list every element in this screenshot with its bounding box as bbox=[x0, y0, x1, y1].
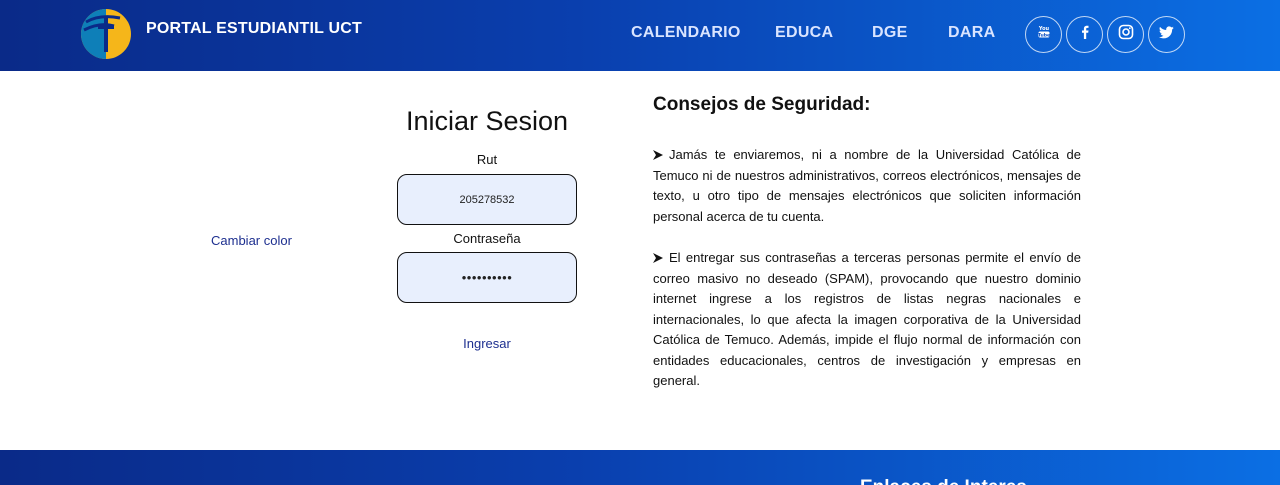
footer: Enlaces de Interes bbox=[0, 450, 1280, 485]
arrow-bullet-icon bbox=[653, 146, 663, 160]
footer-title: Enlaces de Interes bbox=[860, 477, 1027, 485]
login-title: Iniciar Sesion bbox=[405, 106, 569, 136]
nav-educa[interactable]: EDUCA bbox=[775, 24, 833, 42]
password-input[interactable] bbox=[397, 252, 577, 303]
ingresar-button[interactable]: Ingresar bbox=[437, 336, 537, 351]
rut-input[interactable] bbox=[397, 174, 577, 225]
consejos-title: Consejos de Seguridad: bbox=[653, 94, 871, 115]
top-header: PORTAL ESTUDIANTIL UCT CALENDARIO EDUCA … bbox=[0, 0, 1280, 71]
arrow-bullet-icon bbox=[653, 249, 663, 263]
svg-text:You: You bbox=[1037, 26, 1049, 32]
instagram-button[interactable] bbox=[1107, 16, 1144, 53]
instagram-icon bbox=[1118, 24, 1134, 45]
youtube-button[interactable]: You Tube bbox=[1025, 16, 1062, 53]
cambiar-color-link[interactable]: Cambiar color bbox=[211, 233, 292, 248]
youtube-icon: You Tube bbox=[1037, 25, 1051, 44]
twitter-button[interactable] bbox=[1148, 16, 1185, 53]
uct-logo[interactable] bbox=[80, 8, 132, 60]
portal-title[interactable]: PORTAL ESTUDIANTIL UCT bbox=[146, 20, 362, 38]
security-tip: Jamás te enviaremos, ni a nombre de la U… bbox=[653, 145, 1081, 227]
password-label: Contraseña bbox=[453, 231, 521, 246]
svg-text:Tube: Tube bbox=[1037, 33, 1049, 39]
nav-dara[interactable]: DARA bbox=[948, 24, 995, 42]
security-tip: El entregar sus contraseñas a terceras p… bbox=[653, 248, 1081, 392]
twitter-icon bbox=[1158, 25, 1174, 44]
security-tip-text: El entregar sus contraseñas a terceras p… bbox=[653, 250, 1081, 388]
nav-dge[interactable]: DGE bbox=[872, 24, 908, 42]
rut-label: Rut bbox=[476, 152, 498, 167]
facebook-button[interactable] bbox=[1066, 16, 1103, 53]
nav-calendario[interactable]: CALENDARIO bbox=[631, 24, 741, 42]
security-tip-text: Jamás te enviaremos, ni a nombre de la U… bbox=[653, 147, 1081, 224]
facebook-icon bbox=[1078, 25, 1092, 44]
